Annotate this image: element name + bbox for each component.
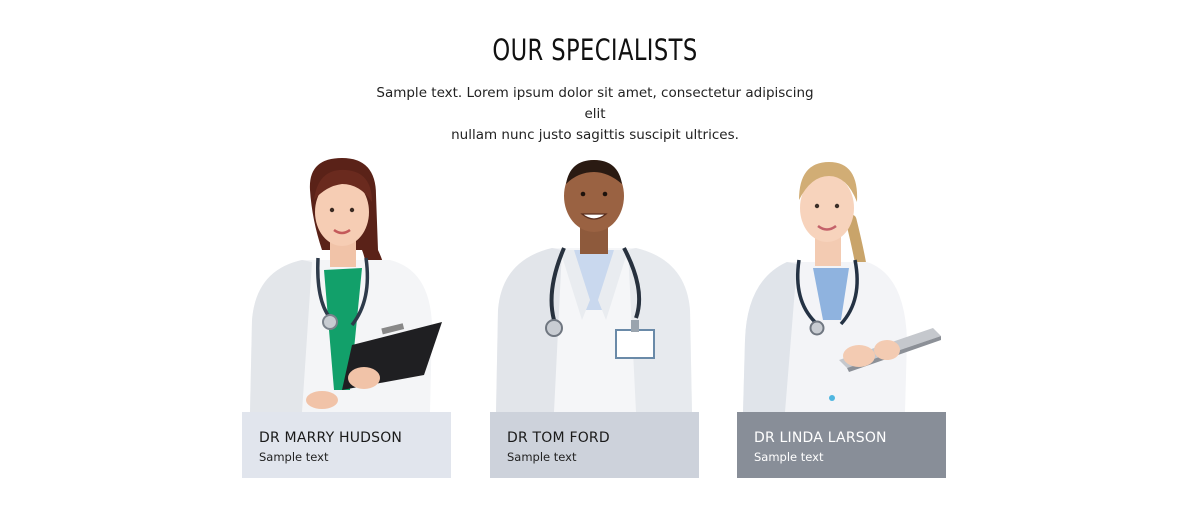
specialist-name[interactable]: DR TOM FORD bbox=[507, 429, 699, 447]
specialist-card: DR LINDA LARSON Sample text bbox=[737, 150, 946, 478]
specialists-section: OUR SPECIALISTS Sample text. Lorem ipsum… bbox=[0, 0, 1190, 517]
specialist-photo bbox=[490, 150, 699, 412]
specialist-caption: DR TOM FORD Sample text bbox=[490, 412, 699, 478]
section-title: OUR SPECIALISTS bbox=[492, 33, 698, 67]
specialist-name[interactable]: DR LINDA LARSON bbox=[754, 429, 946, 447]
specialist-name[interactable]: DR MARRY HUDSON bbox=[259, 429, 451, 447]
specialist-photo bbox=[242, 150, 451, 412]
specialist-photo bbox=[737, 150, 946, 412]
intro-line: Sample text. Lorem ipsum dolor sit amet,… bbox=[376, 85, 814, 122]
specialist-caption: DR MARRY HUDSON Sample text bbox=[242, 412, 451, 478]
specialist-card: DR MARRY HUDSON Sample text bbox=[242, 150, 451, 478]
section-intro: Sample text. Lorem ipsum dolor sit amet,… bbox=[370, 83, 820, 146]
specialist-card: DR TOM FORD Sample text bbox=[490, 150, 699, 478]
specialist-subtitle: Sample text bbox=[754, 450, 824, 464]
specialist-subtitle: Sample text bbox=[507, 450, 577, 464]
specialist-caption: DR LINDA LARSON Sample text bbox=[737, 412, 946, 478]
intro-line: nullam nunc justo sagittis suscipit ultr… bbox=[451, 127, 739, 143]
specialist-subtitle: Sample text bbox=[259, 450, 329, 464]
